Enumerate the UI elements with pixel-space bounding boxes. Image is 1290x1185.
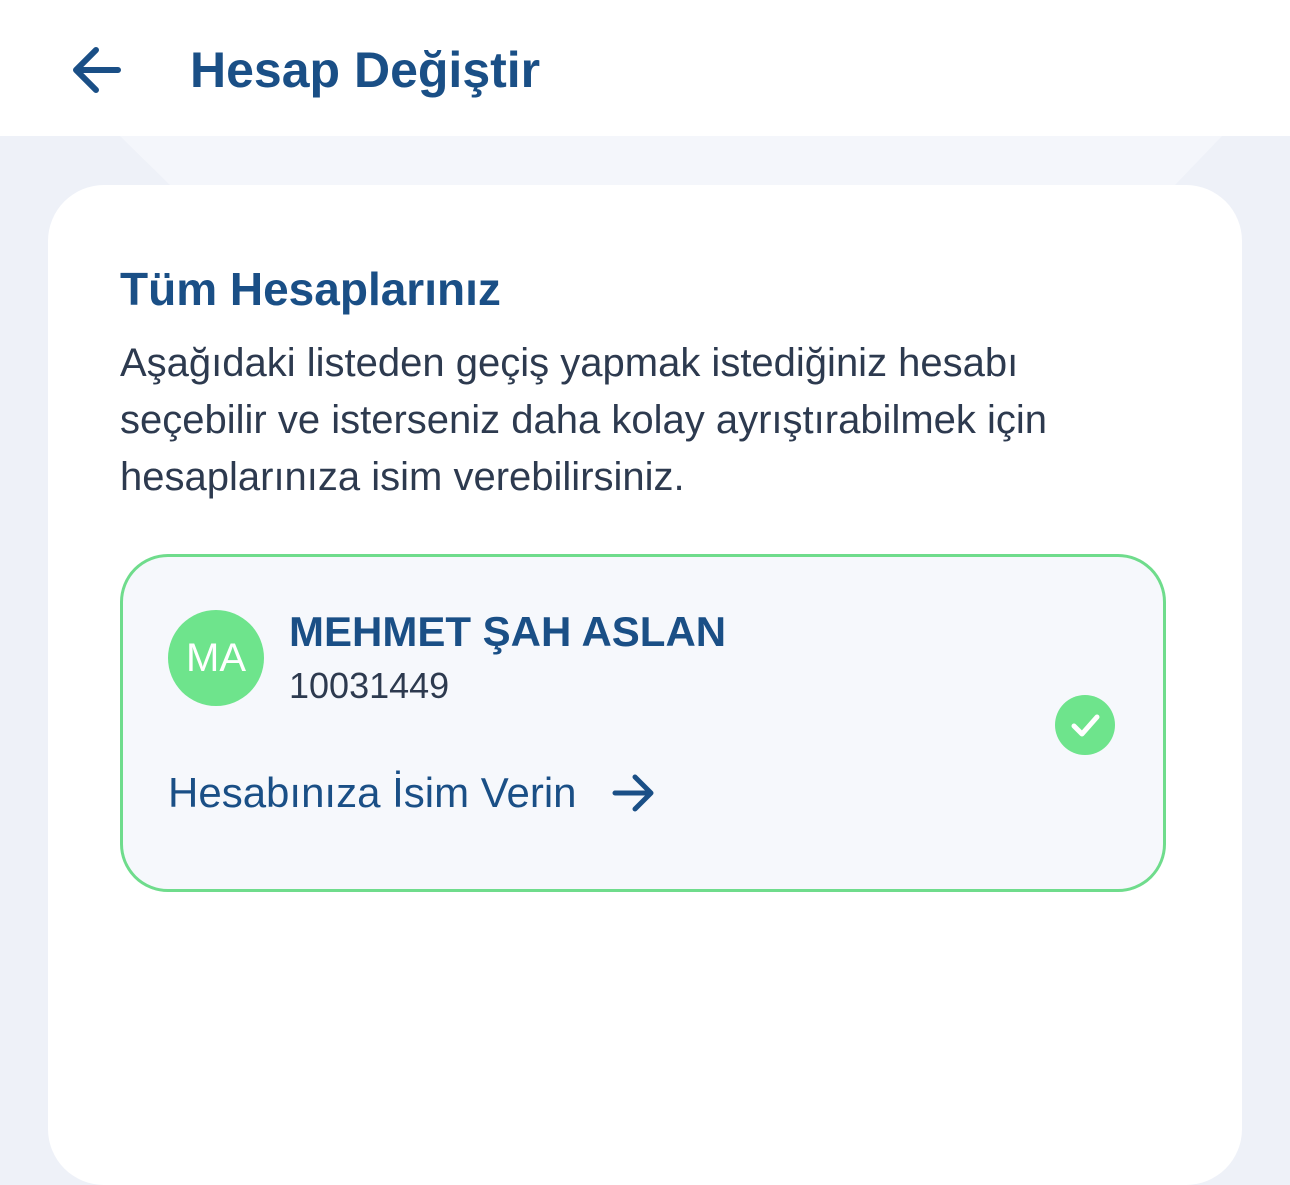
- rename-account-link[interactable]: Hesabınıza İsim Verin: [168, 763, 659, 823]
- avatar: MA: [168, 610, 264, 706]
- rename-account-label: Hesabınıza İsim Verin: [168, 769, 577, 816]
- arrow-right-icon: [609, 768, 659, 818]
- section-title: Tüm Hesaplarınız: [120, 263, 501, 315]
- section-description: Aşağıdaki listeden geçiş yapmak istediği…: [120, 341, 1048, 499]
- page-title: Hesap Değiştir: [190, 42, 541, 98]
- account-card[interactable]: MA MEHMET ŞAH ASLAN 10031449 Hesabınıza …: [120, 554, 1166, 892]
- accounts-panel: Tüm Hesaplarınız Aşağıdaki listeden geçi…: [48, 185, 1242, 1185]
- app-header: Hesap Değiştir: [0, 0, 1290, 136]
- account-number: 10031449: [289, 665, 450, 706]
- back-button[interactable]: [60, 34, 132, 106]
- check-circle-icon: [1055, 695, 1115, 755]
- account-name: MEHMET ŞAH ASLAN: [289, 608, 727, 655]
- arrow-left-icon: [73, 47, 121, 93]
